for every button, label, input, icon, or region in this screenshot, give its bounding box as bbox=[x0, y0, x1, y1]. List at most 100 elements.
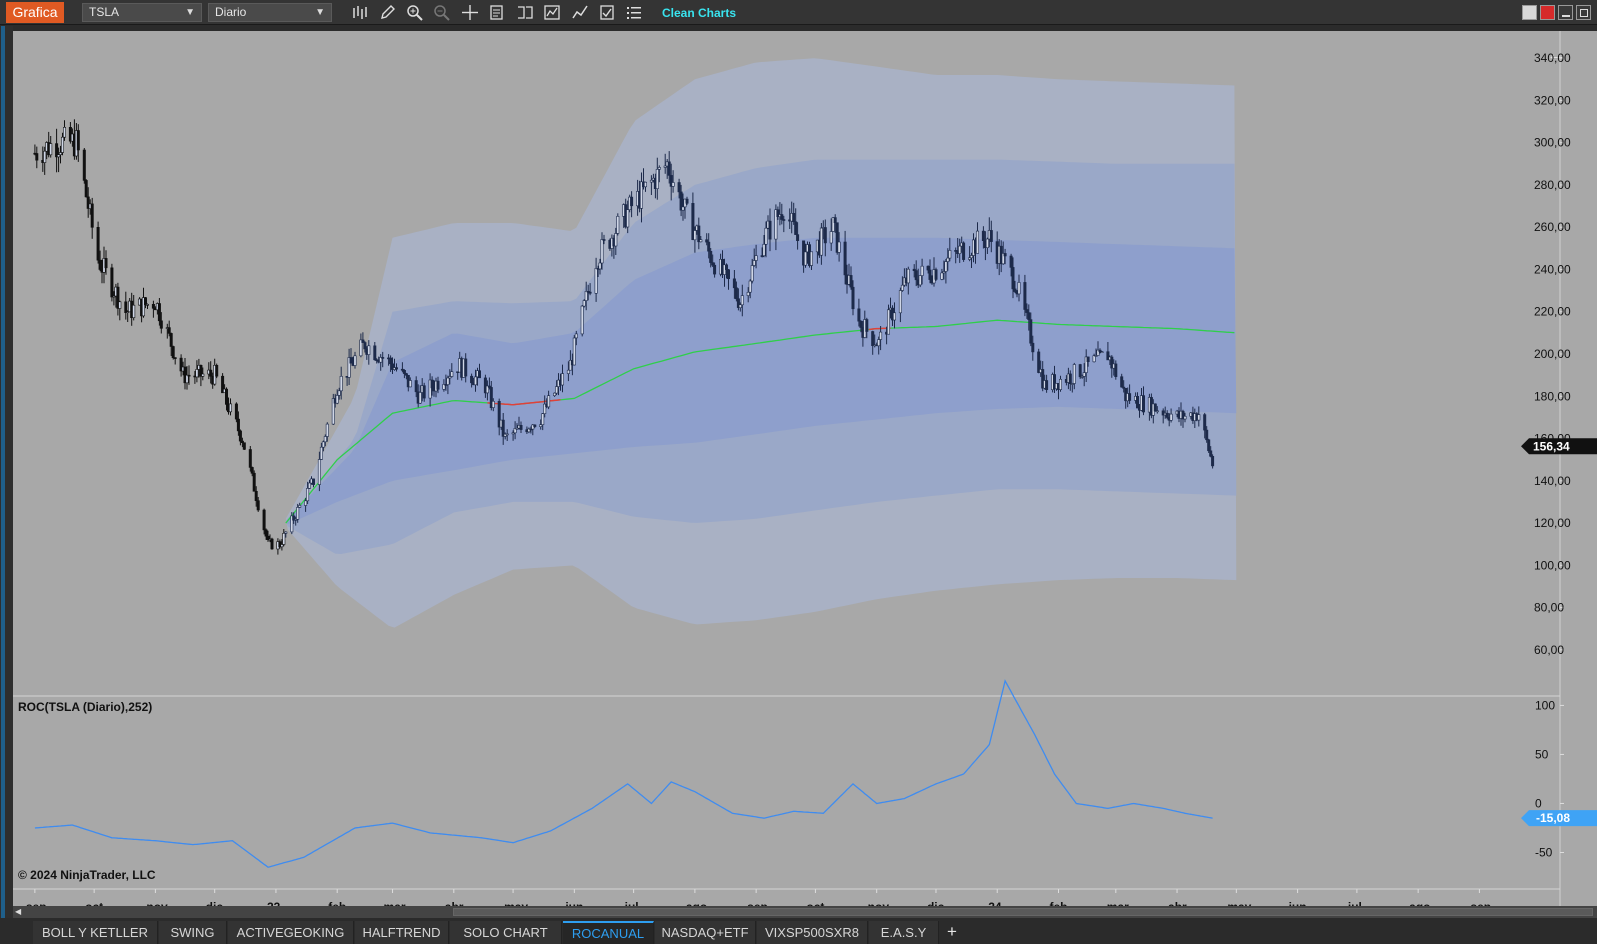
add-tab-icon[interactable]: + bbox=[940, 921, 964, 944]
candle-body bbox=[169, 333, 173, 347]
maximize-icon[interactable] bbox=[1576, 5, 1591, 20]
candle-body bbox=[851, 286, 855, 310]
candle-body bbox=[363, 342, 367, 350]
candle-body bbox=[118, 301, 122, 309]
candle-body bbox=[256, 500, 260, 511]
candle-body bbox=[750, 265, 754, 282]
chart-menu-button[interactable]: Grafica bbox=[6, 2, 64, 23]
candle-body bbox=[104, 258, 108, 269]
candle-body bbox=[762, 244, 766, 257]
candle-body bbox=[76, 130, 80, 151]
candle-body bbox=[98, 259, 102, 270]
properties-icon[interactable] bbox=[488, 4, 506, 21]
candle-body bbox=[250, 467, 254, 474]
horizontal-scrollbar[interactable]: ◀ bbox=[13, 906, 1597, 918]
templates-icon[interactable] bbox=[598, 4, 616, 21]
candle-body bbox=[582, 300, 586, 307]
tab-easy[interactable]: E.A.S.Y bbox=[869, 921, 939, 944]
candle-body bbox=[57, 154, 61, 158]
price-tick-label: 100,00 bbox=[1534, 558, 1571, 572]
candle-body bbox=[229, 403, 233, 413]
candle-body bbox=[317, 459, 321, 485]
candle-body bbox=[1211, 455, 1215, 467]
candle-body bbox=[782, 219, 786, 221]
tab-activegeoking[interactable]: ACTIVEGEOKING bbox=[228, 921, 354, 944]
candle-body bbox=[981, 230, 985, 242]
chart-trader-icon[interactable] bbox=[571, 4, 589, 21]
candle-body bbox=[898, 290, 902, 314]
candle-body bbox=[626, 209, 630, 228]
pencil-icon[interactable] bbox=[379, 4, 397, 21]
tab-swing[interactable]: SWING bbox=[159, 921, 227, 944]
candle-body bbox=[215, 364, 219, 377]
candle-body bbox=[402, 369, 406, 374]
instrument-selector[interactable]: TSLA ▼ bbox=[82, 3, 202, 22]
candle-body bbox=[144, 297, 148, 306]
last-price-badge: 156,34 bbox=[1521, 438, 1597, 455]
tab-halftrend[interactable]: HALFTREND bbox=[355, 921, 449, 944]
candle-body bbox=[60, 136, 64, 153]
candle-body bbox=[1165, 412, 1169, 418]
candle-body bbox=[823, 227, 827, 244]
candle-body bbox=[738, 304, 742, 309]
roc-tick-label: -50 bbox=[1535, 845, 1553, 859]
strategies-icon[interactable] bbox=[516, 4, 534, 21]
tab-boll-y-ketller[interactable]: BOLL Y KETLLER bbox=[33, 921, 158, 944]
period-value: Diario bbox=[215, 5, 247, 19]
crosshair-icon[interactable] bbox=[461, 4, 479, 21]
candle-body bbox=[1068, 373, 1072, 384]
candle-body bbox=[349, 357, 353, 364]
candle-body bbox=[1082, 372, 1086, 377]
candle-body bbox=[752, 260, 756, 266]
candle-body bbox=[892, 312, 896, 321]
bar-type-icon[interactable] bbox=[351, 4, 369, 21]
scrollbar-thumb[interactable] bbox=[453, 908, 1593, 916]
candle-body bbox=[491, 400, 495, 408]
list-icon[interactable] bbox=[625, 4, 643, 21]
candle-body bbox=[705, 239, 709, 243]
price-axis[interactable]: 340,00 320,00 300,00 280,00 260,00 240,00 220,… bbox=[1534, 51, 1571, 657]
minimize-icon[interactable] bbox=[1558, 5, 1573, 20]
candle-body bbox=[740, 295, 744, 306]
tab-solo-chart[interactable]: SOLO CHART bbox=[450, 921, 562, 944]
candle-body bbox=[1078, 364, 1082, 378]
candle-body bbox=[574, 333, 578, 339]
chart-toolbar: Grafica TSLA ▼ Diario ▼ Clean Charts bbox=[0, 0, 1597, 25]
chart-area[interactable]: ← 340,00320,00300,00280,00260,00240,0022… bbox=[13, 31, 1597, 906]
candle-body bbox=[325, 423, 329, 437]
candle-body bbox=[187, 374, 191, 377]
candle-body bbox=[958, 245, 962, 255]
candle-body bbox=[470, 375, 474, 384]
candle-body bbox=[311, 478, 315, 485]
tab-nasdaq-etf[interactable]: NASDAQ+ETF bbox=[655, 921, 756, 944]
period-selector[interactable]: Diario ▼ bbox=[208, 3, 332, 22]
clean-charts-button[interactable]: Clean Charts bbox=[662, 6, 736, 20]
candle-body bbox=[254, 490, 258, 501]
candle-body bbox=[809, 251, 813, 266]
candle-body bbox=[600, 239, 604, 264]
zoom-in-icon[interactable] bbox=[406, 4, 424, 21]
candle-body bbox=[124, 301, 128, 313]
price-tick-label: 200,00 bbox=[1534, 347, 1571, 361]
candle-body bbox=[284, 531, 288, 534]
link-color-icon[interactable] bbox=[1540, 5, 1555, 20]
candle-body bbox=[886, 309, 890, 335]
candle-body bbox=[408, 380, 412, 388]
candle-body bbox=[323, 436, 327, 443]
candle-body bbox=[560, 373, 564, 386]
zoom-out-icon[interactable] bbox=[433, 4, 451, 21]
candle-body bbox=[339, 375, 343, 392]
price-tick-label: 300,00 bbox=[1534, 136, 1571, 150]
candle-body bbox=[865, 319, 869, 332]
candle-body bbox=[361, 339, 365, 343]
tab-rocanual[interactable]: ROCANUAL bbox=[563, 921, 654, 944]
candle-body bbox=[1155, 410, 1159, 413]
tab-vixsp500sxr8[interactable]: VIXSP500SXR8 bbox=[757, 921, 868, 944]
indicators-icon[interactable] bbox=[543, 4, 561, 21]
candle-body bbox=[944, 261, 948, 272]
candle-body bbox=[857, 308, 861, 322]
candle-body bbox=[381, 357, 385, 359]
candle-body bbox=[1025, 309, 1029, 313]
window-icon[interactable] bbox=[1522, 5, 1537, 20]
scroll-left-icon[interactable]: ◀ bbox=[15, 907, 21, 916]
